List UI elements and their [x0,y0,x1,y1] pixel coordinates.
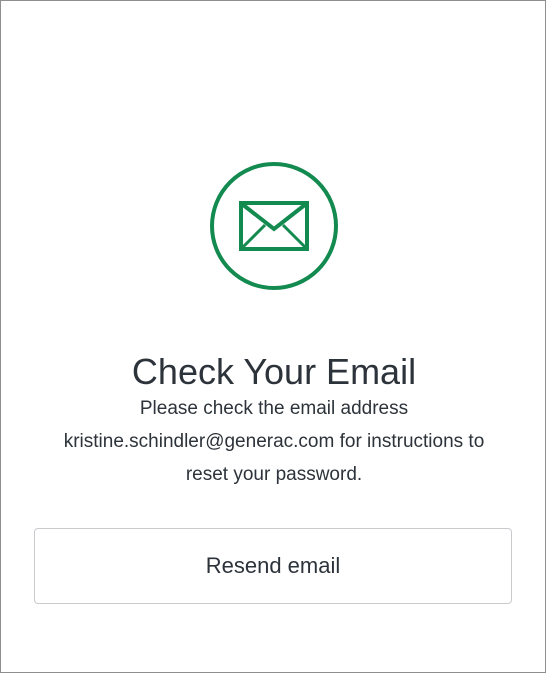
check-email-card: Check Your Email Please check the email … [0,0,546,673]
instruction-line-email: kristine.schindler@generac.com for instr… [63,431,485,452]
instruction-line: Please check the email address [139,398,409,419]
resend-email-button[interactable]: Resend email [34,528,512,604]
instruction-line: reset your password. [185,464,363,485]
instruction-message: Please check the email address kristine.… [31,392,517,491]
envelope-icon [239,201,309,251]
page-title: Check Your Email [131,351,417,393]
envelope-icon-circle [210,162,338,290]
